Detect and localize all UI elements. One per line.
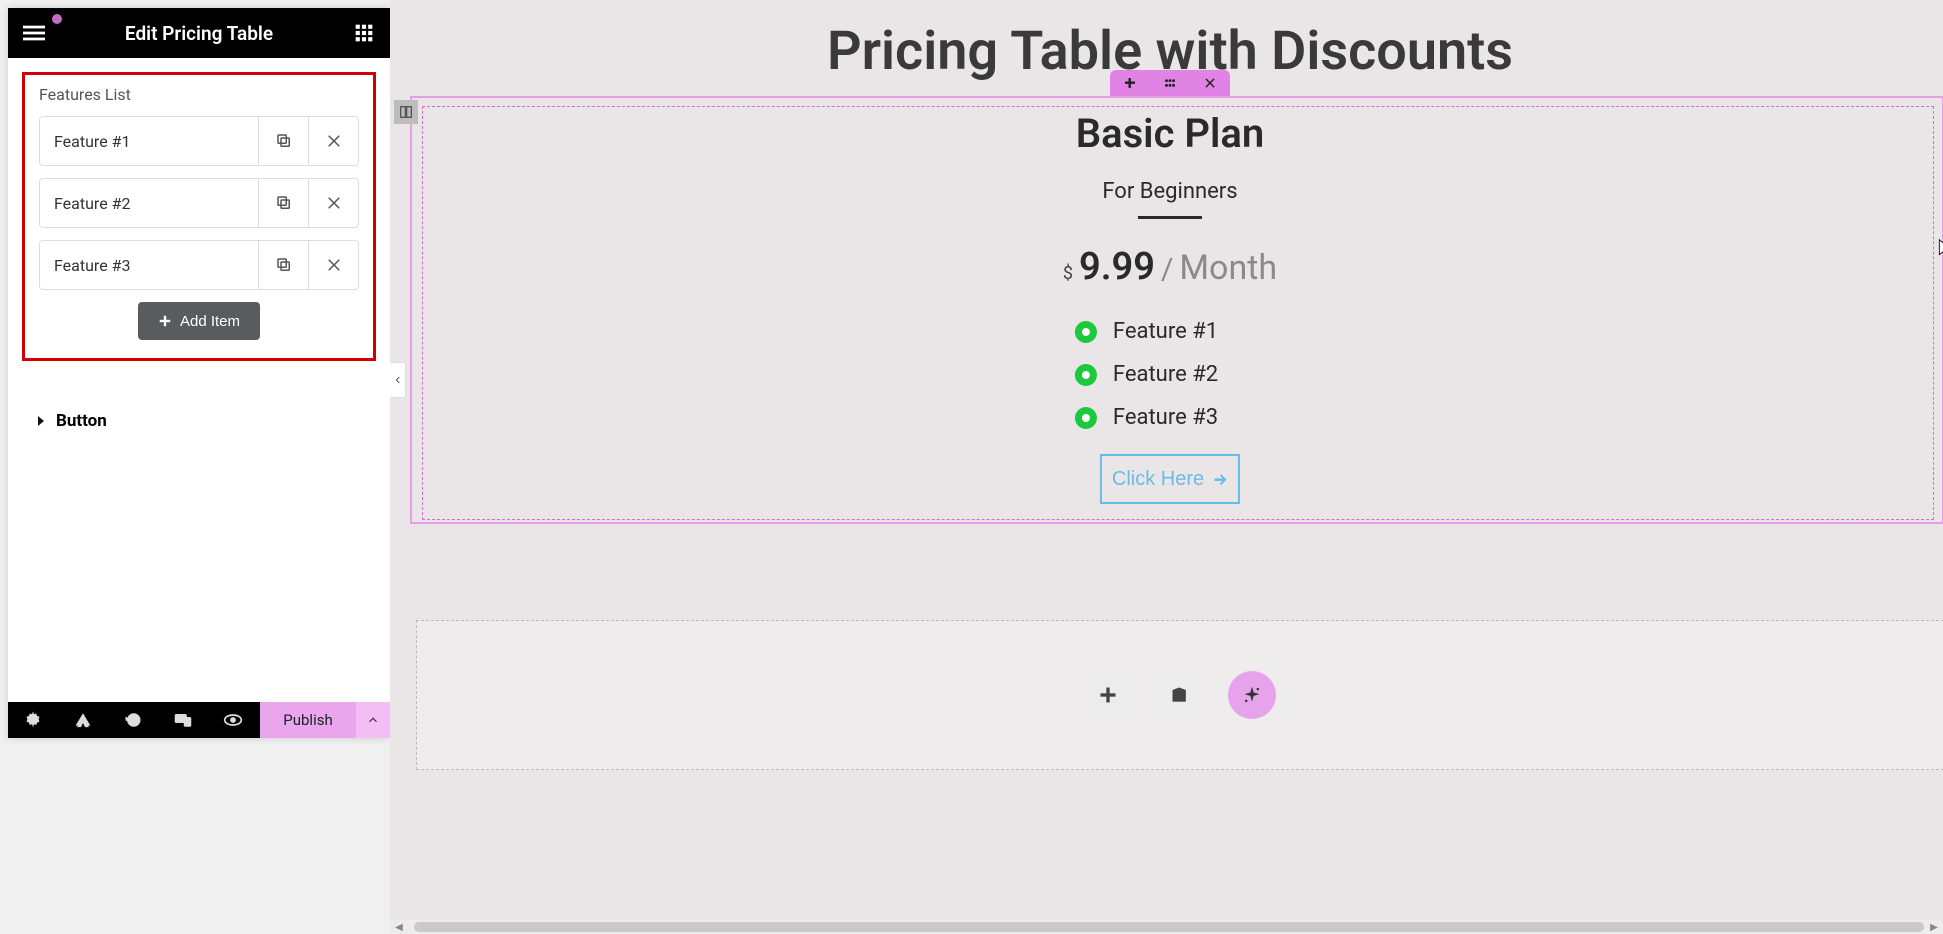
button-accordion[interactable]: Button bbox=[22, 407, 376, 435]
scrollbar-thumb[interactable] bbox=[414, 922, 1924, 932]
horizontal-scrollbar[interactable]: ◀ ▶ bbox=[390, 920, 1943, 934]
publish-label: Publish bbox=[283, 711, 332, 729]
button-label: Button bbox=[56, 411, 107, 431]
chevron-up-icon bbox=[366, 713, 380, 727]
publish-options-button[interactable] bbox=[356, 702, 390, 738]
history-icon[interactable] bbox=[108, 702, 158, 738]
editor-canvas[interactable]: Pricing Table with Discounts Basic Plan … bbox=[390, 0, 1943, 934]
features-list-section: Features List Feature #1 Feature #2 bbox=[22, 72, 376, 361]
add-item-label: Add Item bbox=[180, 313, 240, 330]
copy-icon[interactable] bbox=[258, 117, 308, 165]
plan-feature-text: Feature #3 bbox=[1113, 405, 1218, 430]
plan-subtitle: For Beginners bbox=[1063, 179, 1277, 204]
delete-section-icon[interactable] bbox=[1190, 76, 1230, 90]
features-list-label: Features List bbox=[39, 85, 359, 104]
navigator-icon[interactable] bbox=[58, 702, 108, 738]
close-icon[interactable] bbox=[308, 241, 358, 289]
plan-feature-text: Feature #1 bbox=[1113, 319, 1218, 344]
templates-button[interactable] bbox=[1156, 671, 1204, 719]
check-circle-icon bbox=[1075, 364, 1097, 386]
widgets-panel-icon[interactable] bbox=[352, 21, 376, 45]
plan-feature-row: Feature #2 bbox=[1075, 362, 1277, 387]
column-handle-icon[interactable] bbox=[394, 100, 418, 124]
notification-dot-icon bbox=[52, 14, 62, 24]
close-icon[interactable] bbox=[308, 179, 358, 227]
feature-item-label: Feature #2 bbox=[40, 179, 258, 227]
price-separator: / bbox=[1161, 252, 1173, 287]
feature-item-label: Feature #1 bbox=[40, 117, 258, 165]
add-widget-button[interactable] bbox=[1084, 671, 1132, 719]
cta-label: Click Here bbox=[1112, 468, 1204, 491]
drag-section-icon[interactable] bbox=[1150, 76, 1190, 90]
publish-button[interactable]: Publish bbox=[260, 702, 356, 738]
editor-panel: Edit Pricing Table Features List Feature… bbox=[8, 8, 390, 738]
add-section-icon[interactable] bbox=[1110, 76, 1150, 90]
plan-feature-text: Feature #2 bbox=[1113, 362, 1218, 387]
currency-symbol: $ bbox=[1063, 263, 1073, 284]
cta-button[interactable]: Click Here bbox=[1100, 454, 1240, 504]
section-toolbar bbox=[1110, 70, 1230, 96]
check-circle-icon bbox=[1075, 407, 1097, 429]
panel-title: Edit Pricing Table bbox=[46, 22, 352, 45]
subtitle-underline bbox=[1138, 216, 1202, 219]
settings-icon[interactable] bbox=[8, 702, 58, 738]
arrow-right-icon bbox=[1212, 471, 1228, 487]
plan-features: Feature #1 Feature #2 Feature #3 bbox=[1063, 319, 1277, 430]
plan-feature-row: Feature #3 bbox=[1075, 405, 1277, 430]
panel-body: Features List Feature #1 Feature #2 bbox=[8, 58, 390, 449]
feature-item-label: Feature #3 bbox=[40, 241, 258, 289]
price-value: 9.99 bbox=[1079, 245, 1155, 289]
plan-title: Basic Plan bbox=[1063, 110, 1277, 157]
feature-item[interactable]: Feature #1 bbox=[39, 116, 359, 166]
caret-right-icon bbox=[36, 416, 46, 426]
add-section-area[interactable] bbox=[416, 620, 1943, 770]
feature-item[interactable]: Feature #2 bbox=[39, 178, 359, 228]
pricing-widget[interactable]: Basic Plan For Beginners $ 9.99 / Month … bbox=[1063, 110, 1277, 504]
collapse-panel-button[interactable] bbox=[390, 362, 406, 398]
scroll-left-icon[interactable]: ◀ bbox=[390, 920, 408, 934]
copy-icon[interactable] bbox=[258, 241, 308, 289]
plan-feature-row: Feature #1 bbox=[1075, 319, 1277, 344]
editor-footer: Publish bbox=[8, 702, 390, 738]
add-item-button[interactable]: Add Item bbox=[138, 302, 260, 340]
scroll-right-icon[interactable]: ▶ bbox=[1925, 920, 1943, 934]
price-period: Month bbox=[1179, 248, 1277, 288]
feature-item[interactable]: Feature #3 bbox=[39, 240, 359, 290]
check-circle-icon bbox=[1075, 321, 1097, 343]
menu-icon[interactable] bbox=[22, 21, 46, 45]
editor-header: Edit Pricing Table bbox=[8, 8, 390, 58]
responsive-icon[interactable] bbox=[158, 702, 208, 738]
price-line: $ 9.99 / Month bbox=[1063, 245, 1277, 289]
ai-button[interactable] bbox=[1228, 671, 1276, 719]
copy-icon[interactable] bbox=[258, 179, 308, 227]
close-icon[interactable] bbox=[308, 117, 358, 165]
preview-icon[interactable] bbox=[208, 702, 258, 738]
